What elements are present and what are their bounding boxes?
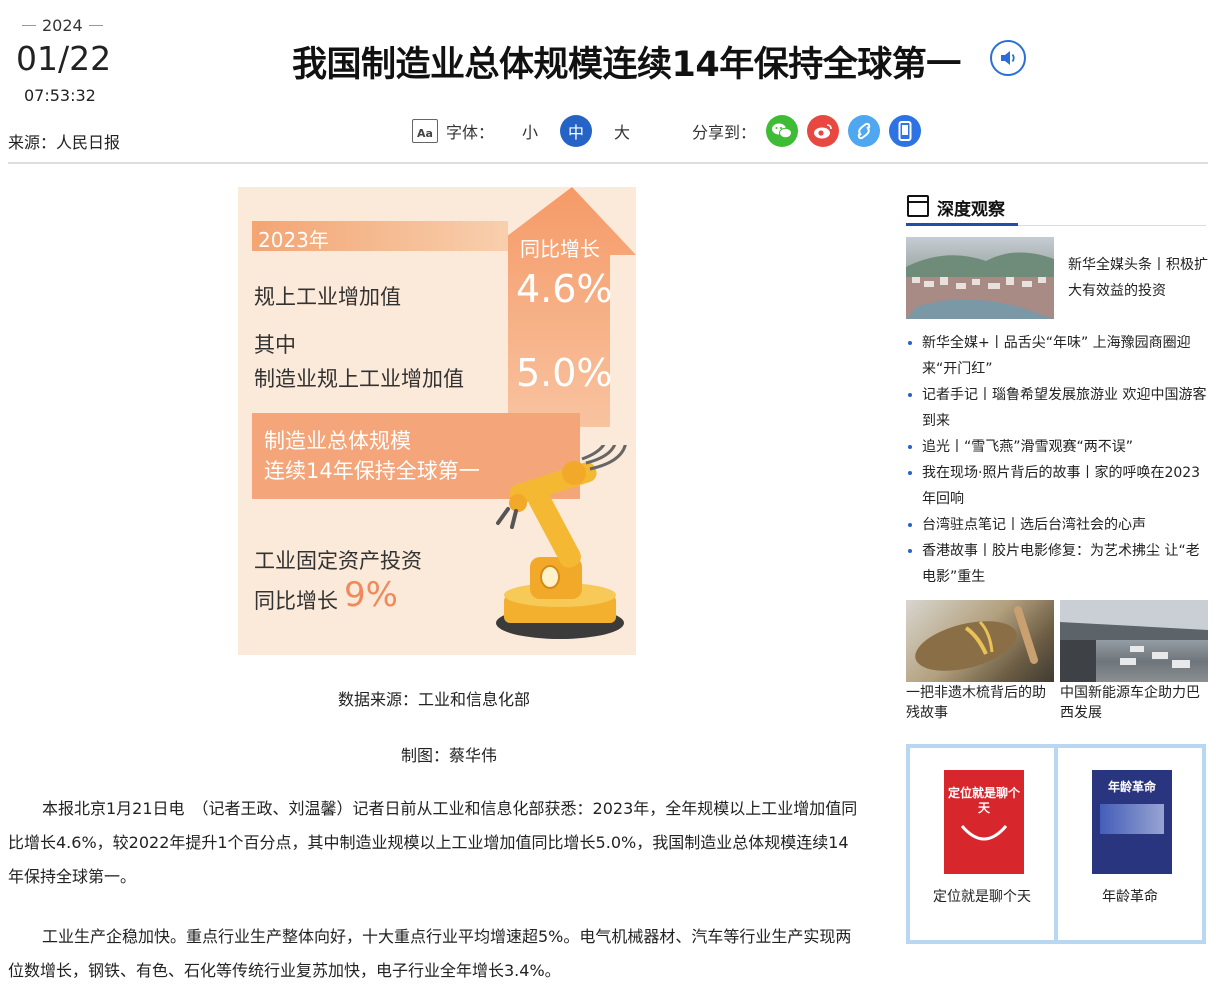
info-line2: 其中 — [254, 333, 296, 357]
year-dash-left — [22, 25, 36, 26]
book-cover-2-title: 年龄革命 — [1107, 780, 1156, 794]
year-row: 2024 — [22, 16, 128, 35]
info-line3: 制造业规上工业增加值 — [254, 367, 464, 391]
picture-caption-1[interactable]: 一把非遗木梳背后的助残故事 — [906, 683, 1056, 723]
sidebar-heading-text: 深度观察 — [937, 200, 1005, 220]
robot-arm-icon — [496, 445, 627, 639]
news-item-5[interactable]: 台湾驻点笔记丨选后台湾社会的心声 — [906, 512, 1208, 538]
chart-author-caption: 制图：蔡华伟 — [401, 746, 498, 765]
info-line5: 同比增长 — [254, 589, 338, 613]
article-source: 来源：人民日报 — [8, 133, 121, 152]
info-line4: 工业固定资产投资 — [254, 549, 422, 573]
year-dash-right — [88, 25, 103, 26]
book-title-2[interactable]: 年龄革命 — [1058, 886, 1202, 906]
book-card-2[interactable]: 年龄革命 年龄革命 — [1058, 748, 1202, 940]
info-year: 2023年 — [258, 228, 329, 252]
infographic: 2023年 同比增长 规上工业增加值 4.6% 其中 制造业规上工业增加值 5.… — [238, 187, 636, 655]
publish-date: 01/22 — [16, 39, 112, 78]
book-cover-1: 定位就是聊个天 — [944, 770, 1024, 874]
weibo-share-icon[interactable] — [807, 115, 840, 147]
sidebar-heading: 深度观察 — [906, 191, 1206, 226]
font-size-medium-button[interactable]: 中 — [560, 115, 593, 147]
info-value1: 4.6% — [516, 267, 613, 311]
publish-time: 07:53:32 — [24, 86, 96, 105]
info-value3: 9% — [344, 575, 398, 615]
news-item-3[interactable]: 追光丨“雪飞燕”滑雪观赛“两不误” — [906, 434, 1208, 460]
book-cover-2: 年龄革命 — [1092, 770, 1172, 874]
news-list: 新华全媒+丨品舌尖“年味” 上海豫园商圈迎来“开门红” 记者手记丨瑙鲁希望发展旅… — [906, 330, 1208, 590]
font-size-large-button[interactable]: 大 — [606, 115, 638, 147]
picture-comb[interactable] — [906, 600, 1054, 682]
wechat-share-icon[interactable] — [766, 115, 799, 147]
book-recommendations: 定位就是聊个天 定位就是聊个天 年龄革命 年龄革命 — [906, 744, 1206, 944]
picture-cars[interactable] — [1060, 600, 1208, 682]
book-card-1[interactable]: 定位就是聊个天 定位就是聊个天 — [910, 748, 1054, 940]
mobile-share-icon[interactable] — [889, 115, 922, 147]
article-paragraph-2: 工业生产企稳加快。重点行业生产整体向好，十大重点行业平均增速超5%。电气机械器材… — [8, 927, 852, 980]
book-cover-1-title: 定位就是聊个天 — [947, 786, 1020, 815]
data-source-caption: 数据来源：工业和信息化部 — [338, 690, 531, 709]
featured-title-link[interactable]: 新华全媒头条丨积极扩大有效益的投资 — [1068, 252, 1208, 304]
window-icon — [907, 195, 929, 217]
book-title-1[interactable]: 定位就是聊个天 — [910, 886, 1054, 906]
publish-year: 2024 — [42, 16, 83, 35]
info-band-line2: 连续14年保持全球第一 — [264, 459, 480, 483]
link-share-icon[interactable] — [848, 115, 881, 147]
share-label: 分享到： — [692, 123, 757, 142]
article-paragraph-1: 本报北京1月21日电 （记者王政、刘温馨）记者日前从工业和信息化部获悉：2023… — [8, 799, 858, 886]
info-band-line1: 制造业总体规模 — [264, 429, 411, 453]
header-divider — [8, 162, 1208, 164]
picture-caption-2[interactable]: 中国新能源车企助力巴西发展 — [1060, 683, 1210, 723]
info-yoy-label: 同比增长 — [520, 237, 600, 261]
info-value2: 5.0% — [516, 351, 613, 395]
featured-image[interactable] — [906, 237, 1054, 319]
news-item-6[interactable]: 香港故事丨胶片电影修复：为艺术拂尘 让“老电影”重生 — [906, 538, 1208, 590]
article-title: 我国制造业总体规模连续14年保持全球第一 — [292, 45, 961, 85]
date-block: 2024 01/22 07:53:32 — [8, 16, 128, 105]
news-item-2[interactable]: 记者手记丨瑙鲁希望发展旅游业 欢迎中国游客到来 — [906, 382, 1208, 434]
font-size-small-button[interactable]: 小 — [514, 115, 546, 147]
font-size-icon: Aa — [412, 119, 438, 143]
book-cover-2-art — [1100, 804, 1164, 834]
font-label: 字体： — [446, 123, 495, 142]
sidebar-heading-underline — [906, 223, 1018, 226]
news-item-1[interactable]: 新华全媒+丨品舌尖“年味” 上海豫园商圈迎来“开门红” — [906, 330, 1208, 382]
audio-play-icon[interactable] — [990, 40, 1026, 76]
info-line1: 规上工业增加值 — [254, 285, 401, 309]
news-item-4[interactable]: 我在现场·照片背后的故事丨家的呼唤在2023年回响 — [906, 460, 1208, 512]
article-toolbar: Aa 字体： 小 中 大 分享到： — [412, 114, 930, 148]
